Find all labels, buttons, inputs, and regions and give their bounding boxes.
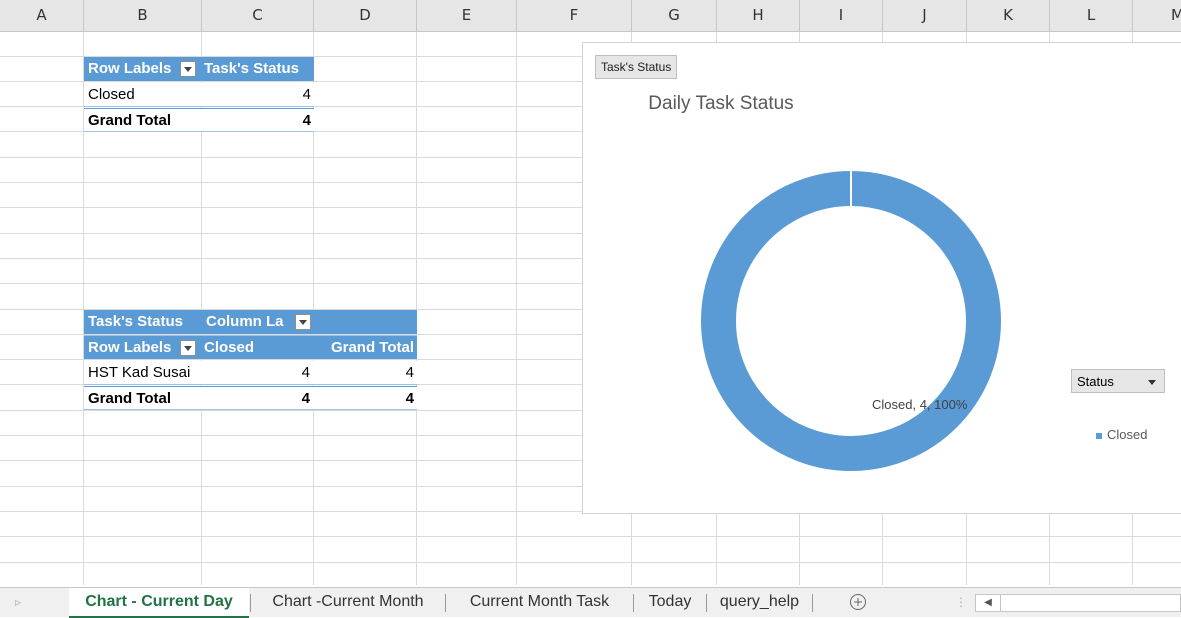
pivot1-row[interactable]: Closed 4 <box>84 83 314 107</box>
column-header-c[interactable]: C <box>202 0 314 31</box>
pivot2-header-row: Row Labels Closed Grand Total <box>84 335 417 359</box>
pivot2-row-closed-value: 4 <box>301 364 310 381</box>
tab-separator <box>445 594 446 612</box>
pivot2-grand-total-label: Grand Total <box>88 390 172 407</box>
column-header-b[interactable]: B <box>84 0 202 31</box>
tab-separator <box>706 594 707 612</box>
pivot2-row-total-value: 4 <box>405 364 414 381</box>
column-header-k[interactable]: K <box>967 0 1050 31</box>
pivot1-value-header: Task's Status <box>204 60 299 77</box>
tab-separator <box>812 594 813 612</box>
column-header-d[interactable]: D <box>314 0 417 31</box>
caret-left-icon[interactable]: ◀ <box>976 595 1001 611</box>
pivot1-row-label: Closed <box>88 86 135 103</box>
pivot2-filter-row: Task's Status Column La <box>84 310 417 334</box>
caret-right-icon[interactable]: ▹ <box>8 588 28 616</box>
legend-entry-label: Closed <box>1107 427 1148 442</box>
pivot2-grand-total-closed: 4 <box>301 390 310 407</box>
column-header-j[interactable]: J <box>883 0 967 31</box>
pivot2-column-labels-header: Column La <box>206 313 284 330</box>
tab-separator <box>250 594 251 612</box>
column-header-l[interactable]: L <box>1050 0 1133 31</box>
plus-circle-icon[interactable] <box>845 588 871 616</box>
donut-chart-plot <box>701 170 1001 471</box>
horizontal-scrollbar[interactable]: ◀ <box>975 594 1181 612</box>
column-header-bar: A B C D E F G H I J K L M <box>0 0 1181 32</box>
column-labels-filter-dropdown-icon[interactable] <box>295 314 311 330</box>
column-header-e[interactable]: E <box>417 0 517 31</box>
donut-slice-closed[interactable] <box>701 171 1001 471</box>
pivot-chart[interactable]: Task's Status Daily Task Status Closed, … <box>582 42 1181 514</box>
pivot2-row-labels-header: Row Labels <box>88 339 172 356</box>
pivot1-row-value: 4 <box>302 86 311 103</box>
tab-separator <box>633 594 634 612</box>
column-header-g[interactable]: G <box>632 0 717 31</box>
gridline <box>0 536 1181 537</box>
pivot2-filter-label: Task's Status <box>88 313 183 330</box>
column-header-i[interactable]: I <box>800 0 883 31</box>
pivot2-row-label: HST Kad Susai <box>88 364 191 381</box>
pivot2-grand-total-header: Grand Total <box>330 339 414 356</box>
legend-field-label: Status <box>1077 374 1114 389</box>
pivot2-closed-header: Closed <box>204 339 255 356</box>
column-header-f[interactable]: F <box>517 0 632 31</box>
sheet-tab-today[interactable]: Today <box>635 588 705 616</box>
sheet-tab-chart-current-day[interactable]: Chart - Current Day <box>69 588 249 618</box>
legend-swatch <box>1096 432 1102 439</box>
sheet-tab-query-help[interactable]: query_help <box>708 588 811 616</box>
pivot1-grand-total-row[interactable]: Grand Total 4 <box>84 108 314 132</box>
sheet-tab-current-month-task[interactable]: Current Month Task <box>447 588 632 616</box>
column-header-m[interactable]: M <box>1133 0 1181 31</box>
gridline <box>0 562 1181 563</box>
legend-field-button[interactable]: Status <box>1071 369 1165 393</box>
donut-data-label[interactable]: Closed, 4, 100% <box>872 397 967 412</box>
legend-field-dropdown-icon[interactable] <box>1148 380 1156 385</box>
pivot1-row-labels-header: Row Labels <box>88 60 172 77</box>
tab-splitter-handle[interactable]: ⋮ <box>955 588 967 616</box>
pivot1-grand-total-label: Grand Total <box>88 112 172 129</box>
pivot2-row[interactable]: HST Kad Susai 4 4 <box>84 361 417 385</box>
pivot1-header-row: Row Labels Task's Status <box>84 57 314 81</box>
sheet-tab-chart-current-month[interactable]: Chart -Current Month <box>252 588 444 616</box>
pivot2-grand-total-row[interactable]: Grand Total 4 4 <box>84 386 417 410</box>
pivot2-grand-total-value: 4 <box>405 390 414 407</box>
pivot1-grand-total-value: 4 <box>302 112 311 129</box>
column-header-h[interactable]: H <box>717 0 800 31</box>
sheet-tab-bar: ▹ Chart - Current Day Chart -Current Mon… <box>0 587 1181 618</box>
column-header-a[interactable]: A <box>0 0 84 31</box>
legend-entry[interactable]: Closed <box>1096 427 1147 442</box>
row-labels-filter-dropdown-icon[interactable] <box>180 61 196 77</box>
row-labels-filter-dropdown-icon[interactable] <box>180 340 196 356</box>
